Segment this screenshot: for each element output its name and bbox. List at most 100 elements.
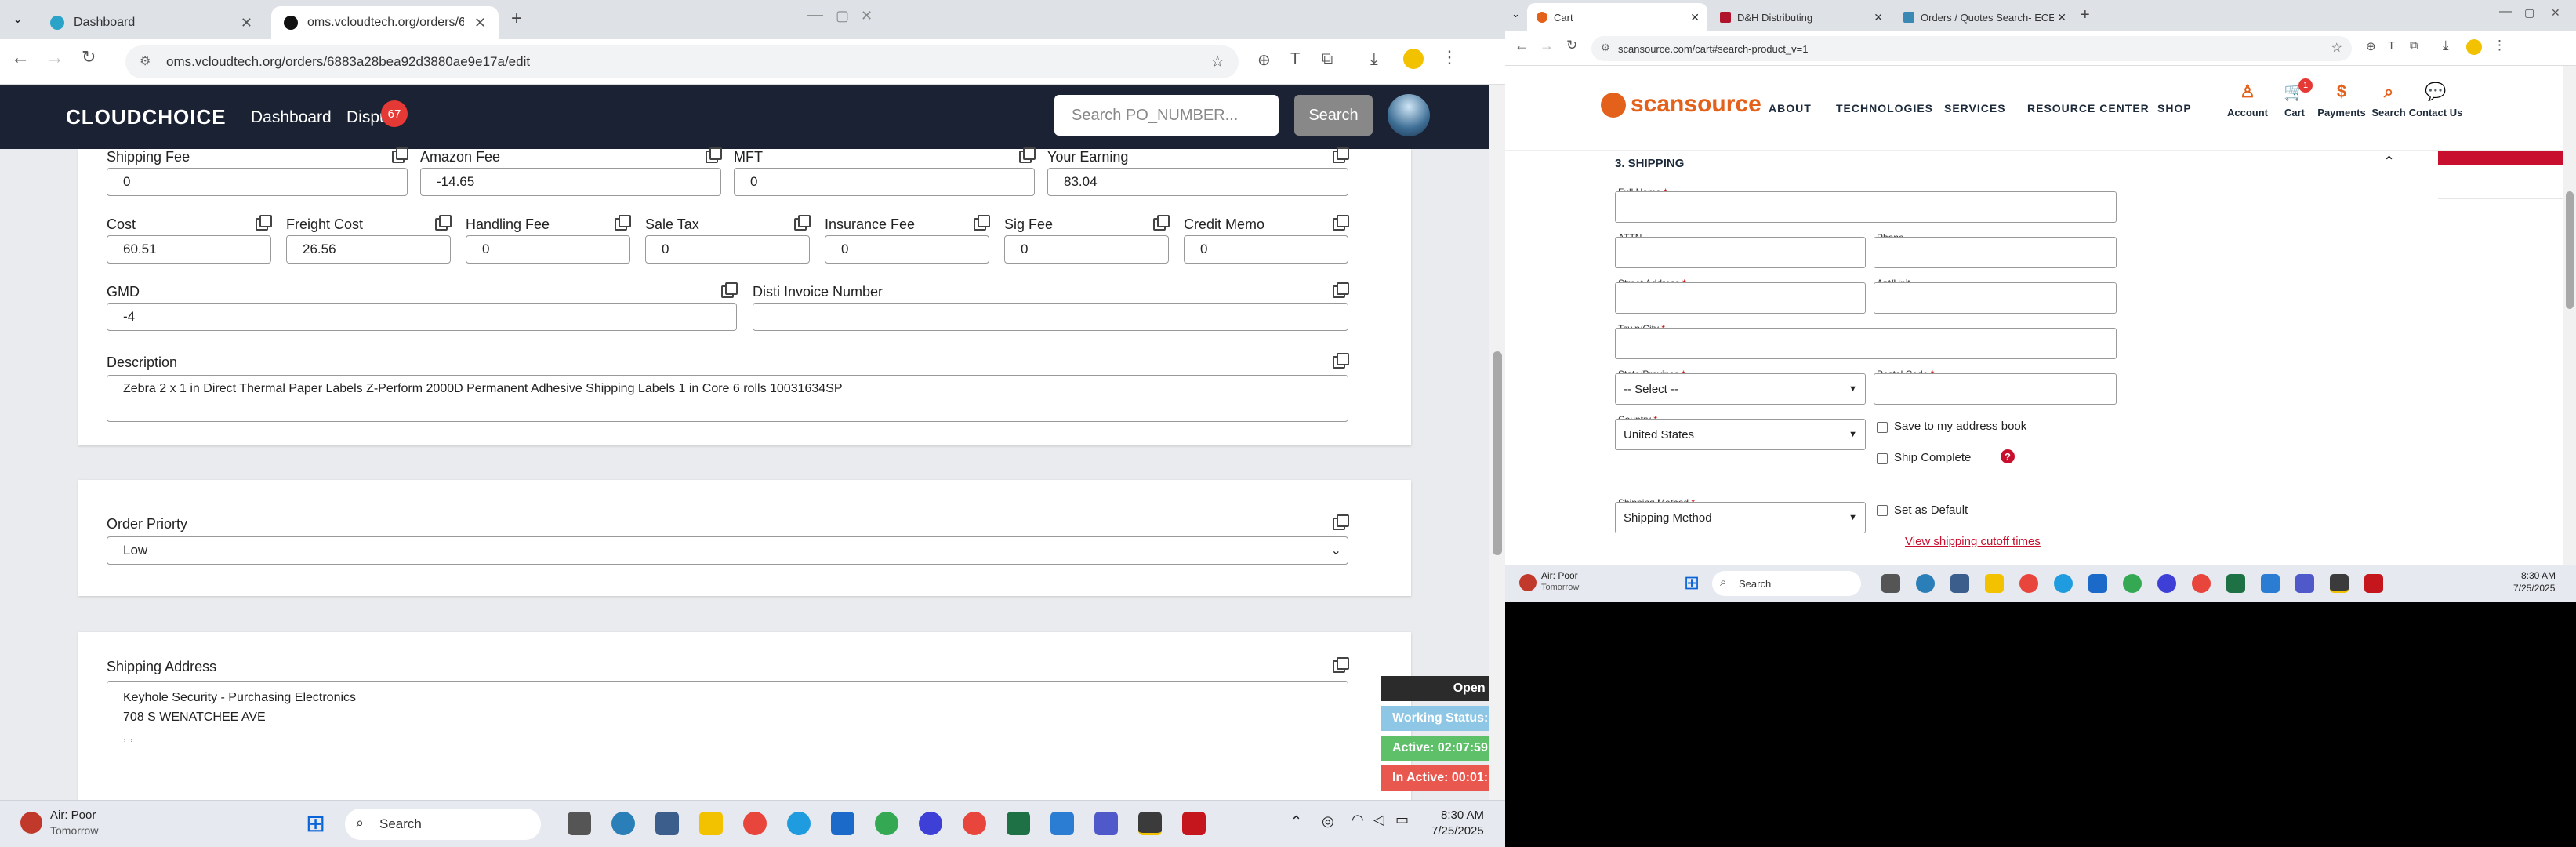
minimize-icon[interactable]: — xyxy=(807,6,823,24)
tab-search-icon[interactable]: ⌄ xyxy=(1511,8,1520,20)
search-button[interactable]: Search xyxy=(1294,95,1373,136)
phone-input[interactable] xyxy=(1874,237,2117,268)
acrobat-icon[interactable] xyxy=(1182,812,1206,835)
new-tab-icon[interactable]: + xyxy=(511,8,522,30)
tab-orders-quotes[interactable]: Orders / Quotes Search- ECExp ✕ xyxy=(1894,3,2074,31)
sticky-icon[interactable] xyxy=(1138,812,1162,835)
nav-technologies[interactable]: TECHNOLOGIES xyxy=(1836,102,1933,115)
chrome-profile-icon[interactable] xyxy=(875,812,898,835)
tab-dashboard[interactable]: Dashboard ✕ xyxy=(38,6,265,39)
set-default-checkbox[interactable] xyxy=(1877,505,1888,516)
new-tab-icon[interactable]: + xyxy=(2081,6,2090,24)
edge-icon[interactable] xyxy=(2054,574,2073,593)
copy-icon[interactable] xyxy=(1019,147,1036,163)
nav-dashboard[interactable]: Dashboard xyxy=(251,108,332,127)
outlook-icon[interactable] xyxy=(831,812,854,835)
back-icon[interactable]: ← xyxy=(11,47,30,69)
app-icon[interactable] xyxy=(611,812,635,835)
chrome2-icon[interactable] xyxy=(2192,574,2211,593)
copy-icon[interactable] xyxy=(256,215,272,231)
copy-icon[interactable] xyxy=(706,147,722,163)
profile-icon[interactable] xyxy=(2466,39,2482,55)
tab-oms-order[interactable]: oms.vcloudtech.org/orders/68... ✕ xyxy=(271,6,499,39)
url-field[interactable]: ⚙ oms.vcloudtech.org/orders/6883a28bea92… xyxy=(125,45,1239,78)
window-close-icon[interactable]: ✕ xyxy=(2551,6,2560,20)
weather-label[interactable]: Air: Poor xyxy=(1541,570,1578,581)
puzzle-icon[interactable]: ⧉ xyxy=(2410,39,2418,53)
chrome-icon[interactable] xyxy=(2019,574,2038,593)
close-icon[interactable]: ✕ xyxy=(2057,11,2066,24)
bookmark-star-icon[interactable]: ☆ xyxy=(2331,40,2342,56)
description-textarea[interactable]: Zebra 2 x 1 in Direct Thermal Paper Labe… xyxy=(107,375,1348,422)
app2-icon[interactable] xyxy=(919,812,942,835)
insurance-fee-field[interactable]: 0 xyxy=(825,235,989,264)
chrome-icon[interactable] xyxy=(743,812,767,835)
nav-services[interactable]: SERVICES xyxy=(1944,102,2006,115)
page-scrollbar[interactable] xyxy=(1489,85,1505,800)
download-icon[interactable]: ⤓ xyxy=(1370,49,1378,69)
outlook-icon[interactable] xyxy=(2088,574,2107,593)
copy-icon[interactable] xyxy=(974,215,990,231)
task-view-icon[interactable] xyxy=(568,812,591,835)
calculator-icon[interactable] xyxy=(655,812,679,835)
gmd-field[interactable]: -4 xyxy=(107,303,737,331)
puzzle-icon[interactable]: ⧉ xyxy=(1322,50,1333,68)
clock-date[interactable]: 7/25/2025 xyxy=(1431,824,1484,838)
shipping-method-select[interactable]: Shipping Method ▼ xyxy=(1615,502,1866,533)
save-address-checkbox[interactable] xyxy=(1877,422,1888,433)
teams-icon[interactable] xyxy=(1094,812,1118,835)
chrome-profile-icon[interactable] xyxy=(2123,574,2142,593)
extension-icon[interactable]: ⊕ xyxy=(2366,39,2376,53)
scansource-logo[interactable]: scansource xyxy=(1631,91,1761,118)
copy-icon[interactable] xyxy=(435,215,452,231)
file-explorer-icon[interactable] xyxy=(1985,574,2004,593)
chrome2-icon[interactable] xyxy=(963,812,986,835)
wifi-icon[interactable]: ◠ xyxy=(1351,812,1364,828)
cost-field[interactable]: 60.51 xyxy=(107,235,271,264)
clock-time[interactable]: 8:30 AM xyxy=(2521,570,2556,581)
country-select[interactable]: United States ▼ xyxy=(1615,419,1866,450)
taskbar-search[interactable]: ⌕ Search xyxy=(1712,571,1861,596)
avatar[interactable] xyxy=(1388,94,1430,136)
copy-icon[interactable] xyxy=(1333,514,1349,530)
excel-icon[interactable] xyxy=(2226,574,2245,593)
task-view-icon[interactable] xyxy=(1881,574,1900,593)
tab-dh-distributing[interactable]: D&H Distributing ✕ xyxy=(1711,3,1891,31)
weather-icon[interactable] xyxy=(20,812,42,834)
close-icon[interactable]: ✕ xyxy=(1874,11,1883,24)
weather-label[interactable]: Air: Poor xyxy=(50,809,96,822)
street-input[interactable] xyxy=(1615,282,1866,314)
volume-icon[interactable]: ◁ xyxy=(1373,812,1384,828)
credit-memo-field[interactable]: 0 xyxy=(1184,235,1348,264)
copy-icon[interactable] xyxy=(721,282,738,298)
amazon-fee-field[interactable]: -14.65 xyxy=(420,168,721,196)
copy-icon[interactable] xyxy=(1333,353,1349,369)
copy-icon[interactable] xyxy=(615,215,631,231)
po-search-input[interactable]: Search PO_NUMBER... xyxy=(1054,95,1279,136)
extension-icon[interactable]: ⊕ xyxy=(1257,50,1271,70)
copy-icon[interactable] xyxy=(1153,215,1170,231)
teams-icon[interactable] xyxy=(2295,574,2314,593)
forward-icon[interactable]: → xyxy=(1540,38,1554,54)
url-field[interactable]: ⚙ scansource.com/cart#search-product_v=1… xyxy=(1591,36,2352,61)
nav-shop[interactable]: SHOP xyxy=(2157,102,2192,115)
close-icon[interactable]: ✕ xyxy=(241,15,252,31)
close-icon[interactable]: ✕ xyxy=(474,15,486,31)
state-select[interactable]: -- Select -- ▼ xyxy=(1615,373,1866,405)
chevron-up-icon[interactable]: ⌃ xyxy=(2383,154,2395,170)
disti-invoice-field[interactable] xyxy=(753,303,1348,331)
nav-resource-center[interactable]: RESOURCE CENTER xyxy=(2027,102,2150,115)
your-earning-field[interactable]: 83.04 xyxy=(1047,168,1348,196)
file-explorer-icon[interactable] xyxy=(699,812,723,835)
tab-cart[interactable]: Cart ✕ xyxy=(1527,3,1707,31)
maximize-icon[interactable]: ▢ xyxy=(2524,6,2534,20)
reader-icon[interactable]: T xyxy=(2388,39,2395,53)
site-info-icon[interactable]: ⚙ xyxy=(1601,42,1610,54)
download-icon[interactable]: ⤓ xyxy=(2443,38,2449,53)
handling-fee-field[interactable]: 0 xyxy=(466,235,630,264)
copy-icon[interactable] xyxy=(1333,282,1349,298)
battery-icon[interactable]: ▭ xyxy=(1395,812,1409,828)
minimize-icon[interactable]: — xyxy=(2499,5,2512,19)
profile-icon[interactable] xyxy=(1403,49,1424,69)
open-panel-button[interactable]: Open A xyxy=(1381,676,1505,701)
